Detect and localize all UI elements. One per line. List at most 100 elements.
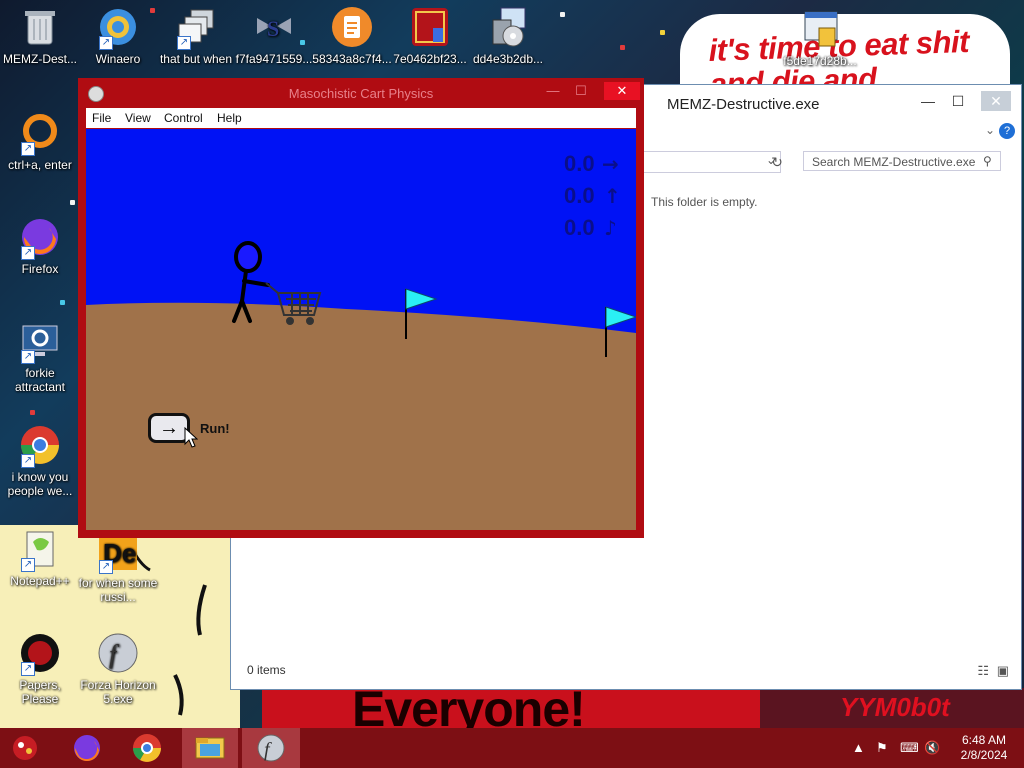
- desktop-icon-winaero[interactable]: ↗ Winaero: [78, 6, 158, 66]
- menu-help[interactable]: Help: [217, 108, 242, 128]
- flash-icon: f: [257, 734, 285, 762]
- empty-folder-message: This folder is empty.: [651, 195, 758, 209]
- address-bar[interactable]: ⌄: [631, 151, 781, 173]
- installer-disc-icon: [487, 6, 529, 48]
- game-scene: 0.0 → 0.0 ↑ 0.0 ♪: [86, 129, 638, 530]
- close-button[interactable]: ✕: [604, 82, 640, 100]
- desktop-icon-label: Notepad++: [10, 574, 70, 588]
- chrome-icon: ↗: [19, 424, 61, 468]
- mouse-cursor-icon: [184, 427, 198, 448]
- run-label: Run!: [200, 421, 230, 436]
- settings-monitor-icon: ↗: [19, 320, 61, 364]
- desktop-icon-f5de[interactable]: f5de17d28b...: [780, 8, 860, 68]
- menu-file[interactable]: File: [92, 108, 111, 128]
- poster-right-bottom: YYM0b0t: [760, 688, 1024, 728]
- item-count: 0 items: [247, 663, 286, 677]
- stamp-icon: ↗: [19, 632, 61, 676]
- action-center-flag-icon[interactable]: ⚑: [876, 740, 888, 756]
- desktop: it's time to eat shit and die and celebr…: [0, 0, 1024, 768]
- shortcut-arrow-icon: ↗: [21, 454, 35, 468]
- desktop-icon-i-know-you[interactable]: ↗ i know you people we...: [0, 424, 80, 498]
- desktop-icon-label: forkie attractant: [14, 366, 66, 394]
- svg-text:S: S: [267, 16, 279, 41]
- status-bar: 0 items ☷ ▣: [231, 653, 1021, 689]
- desktop-icon-label: ctrl+a, enter: [8, 158, 72, 172]
- shortcut-arrow-icon: ↗: [99, 36, 113, 50]
- taskbar-flash-player[interactable]: f: [242, 728, 300, 768]
- confetti: [620, 45, 625, 50]
- search-icon[interactable]: ⚲: [983, 151, 1003, 171]
- program-window-icon: [799, 8, 841, 50]
- poster-right-text: YYM0b0t: [840, 692, 950, 722]
- desktop-icon-label: 58343a8c7f4...: [312, 52, 392, 66]
- shortcut-arrow-icon: ↗: [21, 142, 35, 156]
- desktop-icon-label: Winaero: [95, 52, 141, 66]
- menu-view[interactable]: View: [125, 108, 151, 128]
- menu-control[interactable]: Control: [164, 108, 203, 128]
- desktop-icon-for-when[interactable]: De ↗ for when some russi...: [78, 530, 158, 604]
- desktop-icon-that-but-when[interactable]: ↗ that but when: [156, 6, 236, 66]
- winged-s-icon: S: [253, 6, 295, 48]
- shortcut-arrow-icon: ↗: [21, 662, 35, 676]
- desktop-icon-papers-please[interactable]: ↗ Papers, Please: [0, 632, 80, 706]
- shortcut-arrow-icon: ↗: [21, 558, 35, 572]
- desktop-icon-58343[interactable]: 58343a8c7f4...: [312, 6, 392, 66]
- shortcut-arrow-icon: ↗: [21, 350, 35, 364]
- desktop-icon-f7fa[interactable]: S f7fa9471559...: [234, 6, 314, 66]
- game-titlebar[interactable]: Masochistic Cart Physics — ☐ ✕: [78, 78, 644, 108]
- refresh-icon[interactable]: ↻: [765, 151, 789, 173]
- desktop-icon-7e04[interactable]: 7e0462bf23...: [390, 6, 470, 66]
- game-canvas[interactable]: 0.0 → 0.0 ↑ 0.0 ♪ → Run!: [86, 129, 638, 530]
- desktop-icon-label: f7fa9471559...: [235, 52, 313, 66]
- height-readout: 0.0: [564, 183, 595, 208]
- details-view-icon[interactable]: ☷: [977, 663, 989, 679]
- up-arrow-icon: ↑: [604, 184, 621, 208]
- ribbon-expand-icon[interactable]: ⌄: [985, 123, 995, 137]
- right-arrow-icon: →: [602, 152, 619, 176]
- game-window[interactable]: Masochistic Cart Physics — ☐ ✕ File View…: [78, 78, 644, 538]
- system-clock[interactable]: 6:48 AM 2/8/2024: [950, 733, 1018, 763]
- start-button[interactable]: [0, 728, 50, 768]
- folder-icon: [195, 737, 225, 759]
- taskbar: f ▲ ⚑ ⌨ 🔇 6:48 AM 2/8/2024: [0, 728, 1024, 768]
- shortcut-arrow-icon: ↗: [21, 246, 35, 260]
- confetti: [660, 30, 665, 35]
- clipboard-icon: [331, 6, 373, 48]
- desktop-icon-dd4e[interactable]: dd4e3b2db...: [468, 6, 548, 66]
- minimize-button[interactable]: —: [913, 91, 943, 111]
- orange-ring-icon: ↗: [19, 112, 61, 156]
- desktop-icon-firefox[interactable]: ↗ Firefox: [0, 216, 80, 276]
- desktop-icon-label: f5de17d28b...: [783, 54, 857, 68]
- desktop-icon-notepad-plus-plus[interactable]: ↗ Notepad++: [0, 528, 80, 588]
- maximize-button[interactable]: ☐: [568, 82, 594, 100]
- tray-overflow-icon[interactable]: ▲: [852, 740, 865, 755]
- desktop-icon-forkie-attractant[interactable]: ↗ forkie attractant: [0, 320, 80, 394]
- menu-bar: File View Control Help: [86, 108, 636, 128]
- poster-bottom: Everyone!: [262, 688, 762, 728]
- close-button[interactable]: ✕: [981, 91, 1011, 111]
- desktop-icon-label: Papers, Please: [19, 678, 61, 706]
- maximize-button[interactable]: ☐: [943, 91, 973, 111]
- search-input[interactable]: Search MEMZ-Destructive.exe: [803, 151, 1001, 171]
- minimize-button[interactable]: —: [540, 82, 566, 100]
- volume-muted-icon[interactable]: 🔇: [924, 740, 940, 756]
- clock-time: 6:48 AM: [961, 733, 1007, 747]
- taskbar-chrome[interactable]: [122, 728, 172, 768]
- confetti: [70, 200, 75, 205]
- desktop-icon-memz[interactable]: MEMZ-Dest...: [0, 6, 80, 66]
- start-orb-icon: [13, 736, 37, 760]
- large-icons-view-icon[interactable]: ▣: [997, 663, 1009, 679]
- taskbar-firefox[interactable]: [62, 728, 112, 768]
- desktop-icon-forza[interactable]: f Forza Horizon 5.exe: [78, 632, 158, 706]
- taskbar-file-explorer[interactable]: [182, 728, 238, 768]
- desktop-icon-ctrl-a-enter[interactable]: ↗ ctrl+a, enter: [0, 112, 80, 172]
- firefox-icon: [74, 735, 100, 762]
- firefox-icon: ↗: [19, 216, 61, 260]
- clock-date: 2/8/2024: [960, 748, 1008, 762]
- help-icon[interactable]: ?: [999, 123, 1015, 139]
- desktop-icon-label: dd4e3b2db...: [472, 52, 544, 66]
- network-icon[interactable]: ⌨: [900, 740, 919, 756]
- shortcut-arrow-icon: ↗: [99, 560, 113, 574]
- sound-readout: 0.0: [564, 215, 595, 240]
- browser-globe-icon: ↗: [97, 6, 139, 50]
